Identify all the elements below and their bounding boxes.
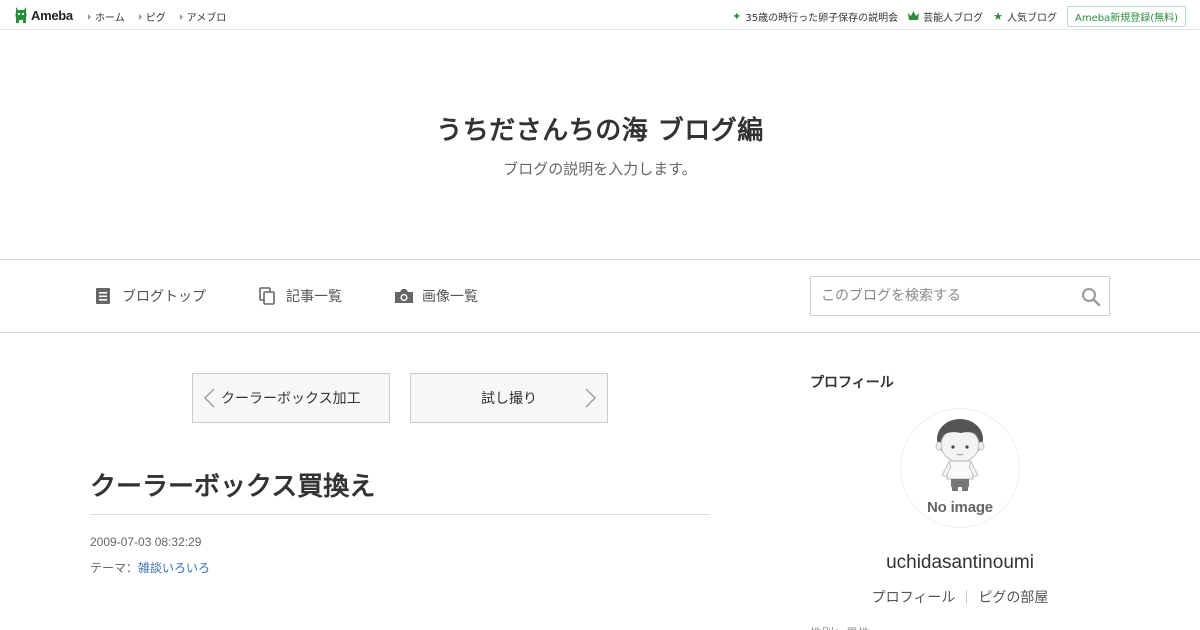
sparkle-icon: ✦ — [732, 10, 742, 23]
profile-link[interactable]: プロフィール — [861, 587, 967, 607]
ameba-logo[interactable]: Ameba — [14, 6, 73, 24]
global-header: Ameba ホーム ピグ アメブロ ✦ 35歳の時行った卵子保存の説明会 芸能人… — [0, 0, 1200, 30]
nav-image-list[interactable]: 画像一覧 — [394, 286, 478, 306]
global-nav-label: ピグ — [145, 13, 166, 24]
next-article-label: 試し撮り — [481, 391, 537, 407]
profile-gender: 性別：男性 — [810, 624, 870, 630]
register-button[interactable]: Ameba新規登録(無料) — [1066, 6, 1186, 27]
pigg-room-link[interactable]: ピグの部屋 — [967, 587, 1059, 607]
article-theme-prefix: テーマ： — [90, 561, 139, 575]
celebrity-blog-link[interactable]: 芸能人ブログ — [908, 9, 983, 24]
prev-article-label: クーラーボックス加工 — [221, 391, 361, 407]
blog-search — [810, 276, 1110, 316]
profile-links: プロフィール ピグの部屋 — [810, 587, 1110, 607]
blog-search-input[interactable] — [811, 277, 1077, 315]
blog-nav: ブログトップ 記事一覧 画像一覧 — [0, 259, 1200, 333]
article-title[interactable]: クーラーボックス買換え — [90, 466, 375, 503]
blog-description: ブログの説明を入力します。 — [503, 160, 697, 178]
promo-link[interactable]: ✦ 35歳の時行った卵子保存の説明会 — [732, 9, 898, 24]
profile-heading: プロフィール — [810, 375, 894, 391]
global-nav-pigg[interactable]: ピグ — [138, 9, 166, 24]
nav-article-list[interactable]: 記事一覧 — [258, 286, 342, 306]
promo-link-label: 35歳の時行った卵子保存の説明会 — [745, 13, 899, 24]
nav-blog-top[interactable]: ブログトップ — [94, 286, 206, 306]
camera-icon — [394, 287, 413, 305]
nav-image-list-label: 画像一覧 — [422, 289, 478, 305]
avatar[interactable]: No image — [900, 408, 1020, 528]
search-icon[interactable] — [1081, 287, 1101, 307]
document-icon — [94, 287, 112, 305]
global-nav-label: アメブロ — [186, 13, 227, 24]
copy-icon — [258, 287, 276, 305]
triangle-right-icon — [138, 13, 142, 20]
nav-blog-top-label: ブログトップ — [122, 289, 206, 305]
star-icon: ★ — [993, 10, 1003, 23]
blog-title[interactable]: うちださんちの海 ブログ編 — [0, 110, 1200, 147]
article-date: 2009-07-03 08:32:29 — [90, 535, 202, 549]
next-article-button[interactable]: 試し撮り — [410, 373, 608, 423]
global-header-right: ✦ 35歳の時行った卵子保存の説明会 芸能人ブログ ★ 人気ブログ Ameba新… — [732, 6, 1186, 27]
ameba-logo-icon — [14, 6, 28, 24]
nav-article-list-label: 記事一覧 — [286, 289, 342, 305]
celebrity-blog-label: 芸能人ブログ — [923, 13, 984, 24]
article-theme: テーマ：雑談いろいろ — [90, 559, 210, 576]
article-divider — [90, 514, 710, 515]
avatar-no-image-text: No image — [927, 499, 993, 516]
global-nav-label: ホーム — [95, 13, 125, 24]
prev-article-button[interactable]: クーラーボックス加工 — [192, 373, 390, 423]
popular-blog-link[interactable]: ★ 人気ブログ — [993, 9, 1057, 24]
profile-username[interactable]: uchidasantinoumi — [810, 552, 1110, 574]
article-theme-link[interactable]: 雑談いろいろ — [138, 561, 210, 575]
triangle-right-icon — [88, 13, 91, 20]
popular-blog-label: 人気ブログ — [1006, 13, 1057, 24]
chevron-left-icon — [203, 388, 217, 408]
global-nav-home[interactable]: ホーム — [88, 9, 125, 24]
ameba-logo-text: Ameba — [31, 7, 73, 23]
crown-icon — [908, 11, 920, 22]
chevron-right-icon — [583, 388, 597, 408]
global-nav-ameblo[interactable]: アメブロ — [179, 9, 227, 24]
global-nav: ホーム ピグ アメブロ — [88, 9, 240, 24]
triangle-right-icon — [179, 13, 183, 20]
